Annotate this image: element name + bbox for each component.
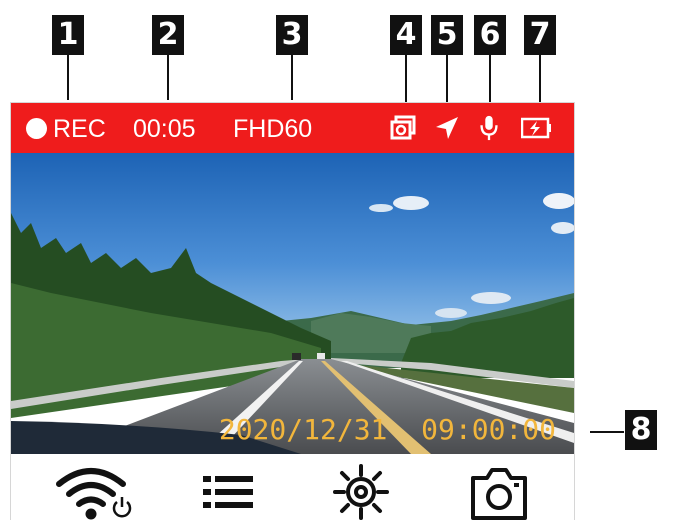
rec-label: REC — [53, 115, 106, 143]
date-time-stamp: 2020/12/31 09:00:00 — [218, 413, 556, 446]
menu-list-icon[interactable] — [201, 464, 257, 520]
callout-5: 5 — [431, 15, 463, 55]
camera-icon[interactable] — [469, 464, 529, 520]
callout-3: 3 — [276, 15, 308, 55]
battery-charging-icon — [521, 117, 551, 139]
callout-8: 8 — [625, 410, 657, 450]
callout-1: 1 — [52, 15, 84, 55]
gps-arrow-icon — [436, 117, 458, 139]
record-dot-icon — [26, 118, 47, 139]
callout-1-leader — [67, 55, 69, 100]
callout-2: 2 — [152, 15, 184, 55]
microphone-icon — [480, 115, 498, 141]
resolution-label: FHD60 — [233, 115, 313, 143]
callout-7: 7 — [524, 15, 556, 55]
callout-4: 4 — [390, 15, 422, 55]
callout-6: 6 — [474, 15, 506, 55]
status-bar: REC 00:05 FHD60 — [11, 103, 574, 153]
callout-8-leader — [590, 431, 624, 433]
elapsed-time: 00:05 — [133, 115, 196, 143]
camera-view: 2020/12/31 09:00:00 — [11, 153, 574, 454]
road-scene-image — [11, 153, 574, 454]
callout-3-leader — [291, 55, 293, 100]
photo-stack-icon — [390, 115, 416, 140]
bottom-toolbar — [11, 454, 574, 520]
settings-gear-icon[interactable] — [333, 464, 389, 520]
wifi-power-icon[interactable] — [53, 464, 143, 520]
callout-2-leader — [167, 55, 169, 100]
dashcam-screen: REC 00:05 FHD60 2020/12/31 09:00:00 — [10, 102, 575, 520]
